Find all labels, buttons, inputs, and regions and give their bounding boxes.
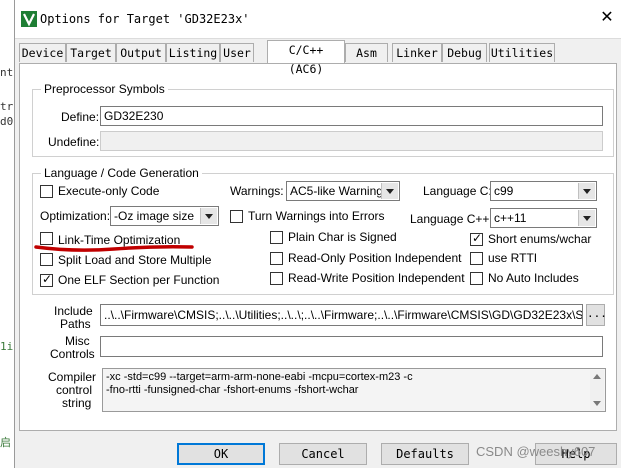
language-c-value: c99 [494,184,514,198]
language-c-select[interactable]: c99 [490,181,597,201]
chevron-down-icon [578,210,595,226]
chevron-down-icon [381,183,398,199]
include-paths-input[interactable]: ..\..\Firmware\CMSIS;..\..\Utilities;..\… [100,304,583,326]
tab-user[interactable]: User [220,43,254,62]
cpp-tab-panel: Preprocessor Symbols Define: GD32E230 Un… [19,63,617,431]
language-c-label: Language C: [423,184,492,198]
turn-warnings-checkbox[interactable] [230,210,243,223]
turn-warnings-label: Turn Warnings into Errors [248,209,385,223]
compiler-scrollbar[interactable] [590,370,604,410]
tab-linker[interactable]: Linker [392,43,442,62]
undefine-label: Undefine: [48,135,100,149]
tab-device[interactable]: Device [19,43,66,62]
include-browse-button[interactable]: ... [586,304,607,326]
group-title: Preprocessor Symbols [41,82,168,96]
dialog-title: Options for Target 'GD32E23x' [40,12,250,26]
group-title: Language / Code Generation [41,166,202,180]
language-cpp-value: c++11 [494,211,527,225]
compiler-control-string: -xc -std=c99 --target=arm-arm-none-eabi … [102,368,606,412]
one-elf-label: One ELF Section per Function [58,273,220,287]
include-label: Include [54,304,93,318]
compiler-label-2: control [56,383,93,397]
split-load-label: Split Load and Store Multiple [58,253,212,267]
csdn-watermark: CSDN @weeshy607 [476,444,596,459]
compiler-line-2: -fno-rtti -funsigned-char -fshort-enums … [106,384,359,396]
define-label: Define: [61,110,100,124]
compiler-line-1: -xc -std=c99 --target=arm-arm-none-eabi … [106,371,413,383]
tab-cpp-ac6[interactable]: C/C++ (AC6) [267,40,345,76]
compiler-label: Compiler [48,370,97,384]
include-label-2: Paths [60,317,91,331]
plain-char-label: Plain Char is Signed [288,230,397,244]
no-auto-label: No Auto Includes [488,271,579,285]
warnings-label: Warnings: [230,184,284,198]
ro-pi-checkbox[interactable] [270,252,283,265]
cancel-button[interactable]: Cancel [279,443,367,465]
rtti-label: use RTTI [488,251,538,265]
scroll-up-icon [593,374,601,379]
misc-label-2: Controls [50,347,95,361]
tab-listing[interactable]: Listing [166,43,220,62]
background-fragment: d0 [0,115,14,128]
options-dialog: Options for Target 'GD32E23x' ✕ Device T… [14,0,621,468]
background-fragment: nt [0,66,14,79]
one-elf-checkbox[interactable] [40,272,53,287]
chevron-down-icon [200,208,217,224]
rw-pi-checkbox[interactable] [270,272,283,285]
background-fragment: 启 [0,436,11,449]
plain-char-checkbox[interactable] [270,231,283,244]
misc-label: Misc [65,334,90,348]
tab-target[interactable]: Target [66,43,116,62]
short-enums-label: Short enums/wchar [488,232,592,246]
scroll-down-icon [593,401,601,406]
language-cpp-select[interactable]: c++11 [490,208,597,228]
ro-pi-label: Read-Only Position Independent [288,251,462,265]
define-input[interactable]: GD32E230 [100,106,603,126]
compiler-label-3: string [62,396,92,410]
warnings-select[interactable]: AC5-like Warnings [286,181,400,201]
optimization-value: -Oz image size [114,209,195,223]
tab-output[interactable]: Output [116,43,166,62]
tab-asm[interactable]: Asm [345,43,388,62]
rtti-checkbox[interactable] [470,252,483,265]
tab-utilities[interactable]: Utilities [489,43,555,62]
close-icon[interactable]: ✕ [598,9,616,27]
short-enums-checkbox[interactable] [470,231,483,246]
rw-pi-label: Read-Write Position Independent [288,271,465,285]
defaults-button[interactable]: Defaults [381,443,469,465]
split-load-checkbox[interactable] [40,253,53,266]
background-fragment: 1i [0,340,14,353]
optimization-label: Optimization: [40,209,111,223]
optimization-select[interactable]: -Oz image size [110,206,219,226]
warnings-value: AC5-like Warnings [290,184,389,198]
dialog-titlebar: Options for Target 'GD32E23x' ✕ [15,0,621,39]
undefine-input[interactable] [100,131,603,151]
misc-controls-input[interactable] [100,336,603,357]
ok-button[interactable]: OK [177,443,265,465]
no-auto-checkbox[interactable] [470,272,483,285]
chevron-down-icon [578,183,595,199]
execute-only-checkbox[interactable] [40,185,53,198]
language-cpp-label: Language C++: [410,212,493,226]
keil-app-icon [21,11,37,27]
execute-only-label: Execute-only Code [58,184,160,198]
background-fragment: tr [0,100,14,113]
tab-debug[interactable]: Debug [442,43,487,62]
annotation-underline [34,245,194,252]
